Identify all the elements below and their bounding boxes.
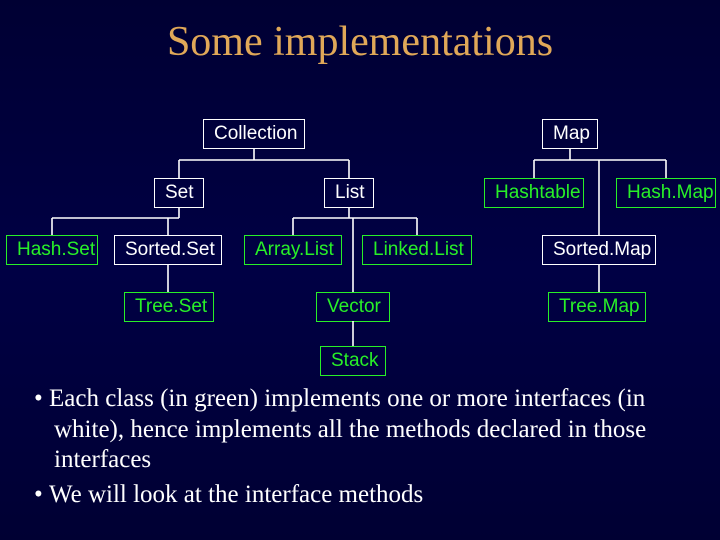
node-collection: Collection (203, 119, 305, 149)
node-list: List (324, 178, 374, 208)
node-set: Set (154, 178, 204, 208)
bullet-item: • We will look at the interface methods (34, 480, 686, 511)
node-linkedlist: Linked.List (362, 235, 472, 265)
node-treeset: Tree.Set (124, 292, 214, 322)
bullet-list: • Each class (in green) implements one o… (34, 384, 686, 514)
node-sortedset: Sorted.Set (114, 235, 222, 265)
node-hashset: Hash.Set (6, 235, 98, 265)
page-title: Some implementations (0, 0, 720, 66)
bullet-item: • Each class (in green) implements one o… (34, 384, 686, 476)
node-stack: Stack (320, 346, 386, 376)
node-arraylist: Array.List (244, 235, 342, 265)
node-map: Map (542, 119, 598, 149)
node-vector: Vector (316, 292, 390, 322)
node-hashmap: Hash.Map (616, 178, 716, 208)
node-treemap: Tree.Map (548, 292, 646, 322)
node-sortedmap: Sorted.Map (542, 235, 656, 265)
node-hashtable: Hashtable (484, 178, 584, 208)
